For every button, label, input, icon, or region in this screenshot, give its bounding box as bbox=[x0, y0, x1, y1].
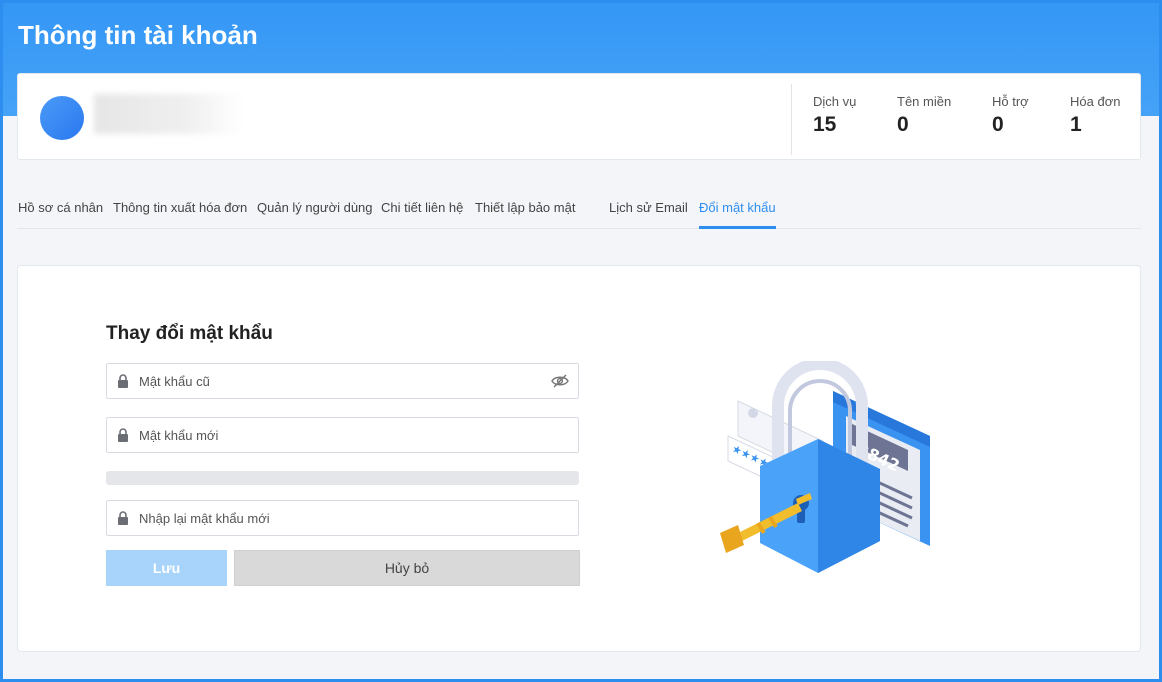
padlock-illustration bbox=[760, 361, 880, 573]
account-summary-card: Dịch vụ 15 Tên miền 0 Hỗ trợ 0 Hóa đơn 1 bbox=[17, 73, 1141, 160]
tab-change-password[interactable]: Đổi mật khẩu bbox=[699, 200, 776, 229]
tab-profile[interactable]: Hồ sơ cá nhân bbox=[18, 200, 103, 229]
save-button[interactable]: Lưu bbox=[106, 550, 227, 586]
stat-value: 1 bbox=[1070, 113, 1082, 136]
stat-value: 0 bbox=[897, 113, 909, 136]
padlock-key-illustration: $842 ★★★★★★ bbox=[720, 361, 930, 573]
form-title: Thay đổi mật khẩu bbox=[106, 323, 273, 344]
eye-slash-icon[interactable] bbox=[551, 373, 569, 389]
page-title: Thông tin tài khoản bbox=[18, 20, 258, 50]
tab-email-history[interactable]: Lịch sử Email bbox=[609, 200, 688, 229]
lock-icon bbox=[118, 511, 128, 525]
password-strength-bar bbox=[106, 471, 579, 485]
new-password-field[interactable] bbox=[106, 417, 579, 453]
stat-value: 0 bbox=[992, 113, 1004, 136]
confirm-password-field[interactable] bbox=[106, 500, 579, 536]
cancel-button[interactable]: Hủy bỏ bbox=[234, 550, 580, 586]
tab-user-management[interactable]: Quản lý người dùng bbox=[257, 200, 373, 229]
stat-label: Hỗ trợ bbox=[992, 94, 1029, 109]
stat-label: Tên miền bbox=[897, 94, 952, 109]
stat-domains[interactable]: Tên miền 0 bbox=[897, 94, 951, 137]
stat-label: Dịch vụ bbox=[813, 94, 857, 109]
tab-contact-details[interactable]: Chi tiết liên hệ bbox=[381, 200, 463, 229]
avatar[interactable] bbox=[40, 96, 84, 140]
stat-services[interactable]: Dịch vụ 15 bbox=[813, 94, 856, 137]
tab-invoice-info[interactable]: Thông tin xuất hóa đơn bbox=[113, 200, 247, 229]
stats-divider bbox=[791, 84, 792, 155]
stat-label: Hóa đơn bbox=[1070, 94, 1121, 109]
new-password-input[interactable] bbox=[139, 418, 539, 452]
tab-security-settings[interactable]: Thiết lập bảo mật bbox=[475, 200, 575, 229]
change-password-card: Thay đổi mật khẩu Lưu Hủy bỏ $842 ★★★★★★ bbox=[17, 265, 1141, 652]
old-password-input[interactable] bbox=[139, 364, 539, 398]
lock-icon bbox=[118, 428, 128, 442]
old-password-field[interactable] bbox=[106, 363, 579, 399]
stat-value: 15 bbox=[813, 113, 837, 136]
confirm-password-input[interactable] bbox=[139, 501, 539, 535]
account-name-redacted bbox=[94, 94, 244, 134]
stat-support[interactable]: Hỗ trợ 0 bbox=[992, 94, 1029, 137]
account-tabs: Hồ sơ cá nhân Thông tin xuất hóa đơn Quả… bbox=[17, 190, 1141, 229]
lock-icon bbox=[118, 374, 128, 388]
stat-invoices[interactable]: Hóa đơn 1 bbox=[1070, 94, 1120, 137]
